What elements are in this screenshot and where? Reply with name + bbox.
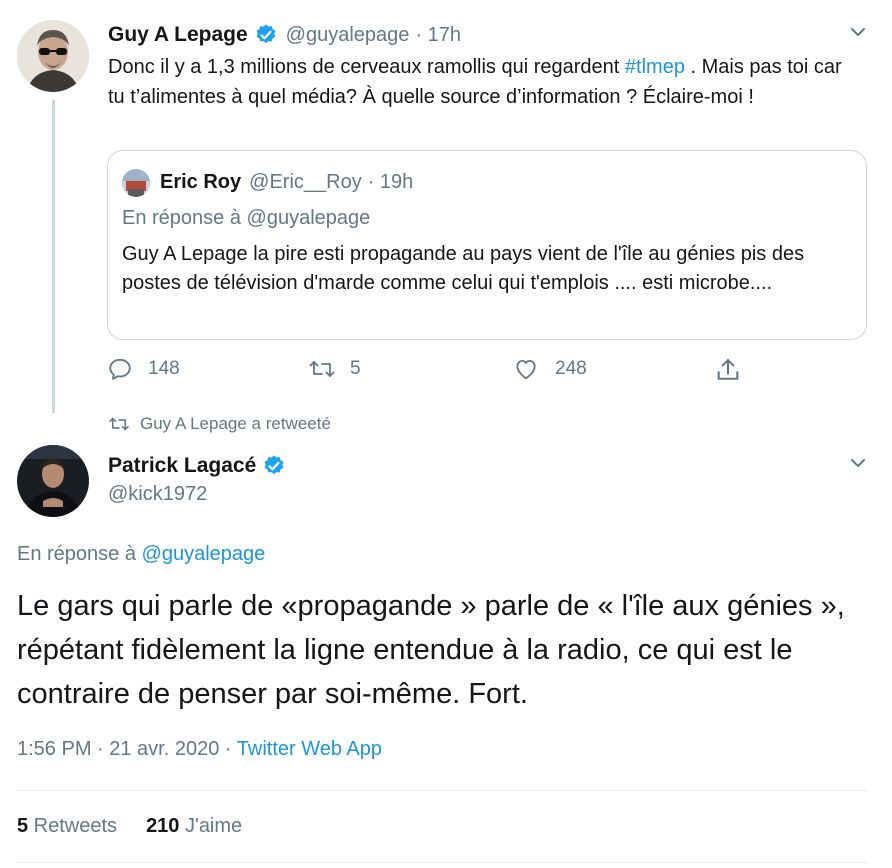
tweet1-author-name[interactable]: Guy A Lepage [108,23,248,47]
avatar-image [17,20,89,92]
tweet1-text: Donc il y a 1,3 millions de cerveaux ram… [108,52,860,112]
retweet-notice-text[interactable]: Guy A Lepage a retweeté [140,414,331,434]
avatar-patrick-lagace[interactable] [17,445,89,517]
avatar-image [17,445,89,517]
verified-badge-icon [262,454,286,478]
avatar-eric-roy [122,169,150,197]
tweet2-reply-handle-link[interactable]: @guyalepage [142,543,266,565]
thread-line [52,100,55,413]
divider [17,790,867,791]
retweeted-icon [109,417,129,431]
avatar-guy-a-lepage[interactable] [17,20,89,92]
quoted-author-name: Eric Roy [160,170,242,193]
tweet1-text-part1: Donc il y a 1,3 millions de cerveaux ram… [108,56,625,78]
reply-icon [109,358,131,380]
share-icon [717,359,739,380]
heart-icon [516,359,536,380]
likes-stat[interactable]: 210 J'aime [146,815,242,838]
retweet-icon [309,361,335,377]
reply-button[interactable]: 148 [107,356,180,382]
like-count: 248 [555,358,587,379]
retweets-stat-count: 5 [17,815,29,837]
retweets-stat-label: Retweets [28,815,118,837]
hashtag-link[interactable]: #tlmep [625,56,685,78]
tweet1-time[interactable]: · 17h [415,24,461,47]
retweet-notice: Guy A Lepage a retweeté [108,414,331,434]
likes-stat-label: J'aime [179,815,243,837]
quoted-tweet-card[interactable]: Eric Roy @Eric__Roy · 19h En réponse à @… [107,150,867,340]
quoted-handle: @Eric__Roy [249,170,362,193]
tweet2-reply-prefix: En réponse à [17,543,142,565]
tweet2-timestamp[interactable]: 1:56 PM · 21 avr. 2020 · [17,738,237,760]
retweets-stat[interactable]: 5 Retweets [17,815,117,838]
quoted-time: · 19h [367,170,414,193]
quoted-reply-prefix: En réponse à [122,207,247,229]
verified-badge-icon [254,23,278,47]
retweet-count: 5 [350,358,361,379]
quoted-tweet-header: Eric Roy @Eric__Roy · 19h [160,167,413,197]
tweet2-stats: 5 Retweets 210 J'aime [17,815,242,838]
retweet-button[interactable]: 5 [308,356,361,382]
tweet2-menu-chevron-icon[interactable] [846,451,870,480]
quoted-reply-handle: @guyalepage [246,207,371,229]
quoted-tweet-text: Guy A Lepage la pire esti propagande au … [122,243,805,294]
likes-stat-count: 210 [146,815,180,837]
tweet2-handle[interactable]: @kick1972 [108,483,207,506]
tweet1-header: Guy A Lepage @guyalepage · 17h [108,20,461,50]
reply-count: 148 [148,358,180,379]
tweet2-text: Le gars qui parle de «propagande » parle… [17,590,845,710]
share-button[interactable] [714,356,742,389]
like-button[interactable]: 248 [512,356,587,382]
tweet2-author-line: Patrick Lagacé [108,451,286,481]
tweet1-menu-chevron-icon[interactable] [846,20,870,49]
divider [17,862,867,863]
tweet2-reply-context: En réponse à @guyalepage [17,543,265,566]
tweet1-handle[interactable]: @guyalepage [286,24,410,47]
tweet2-source-link[interactable]: Twitter Web App [237,738,382,760]
tweet2-timestamp-line: 1:56 PM · 21 avr. 2020 · Twitter Web App [17,738,382,761]
tweet2-author-name[interactable]: Patrick Lagacé [108,454,256,478]
quoted-reply-context: En réponse à @guyalepage [122,204,370,232]
